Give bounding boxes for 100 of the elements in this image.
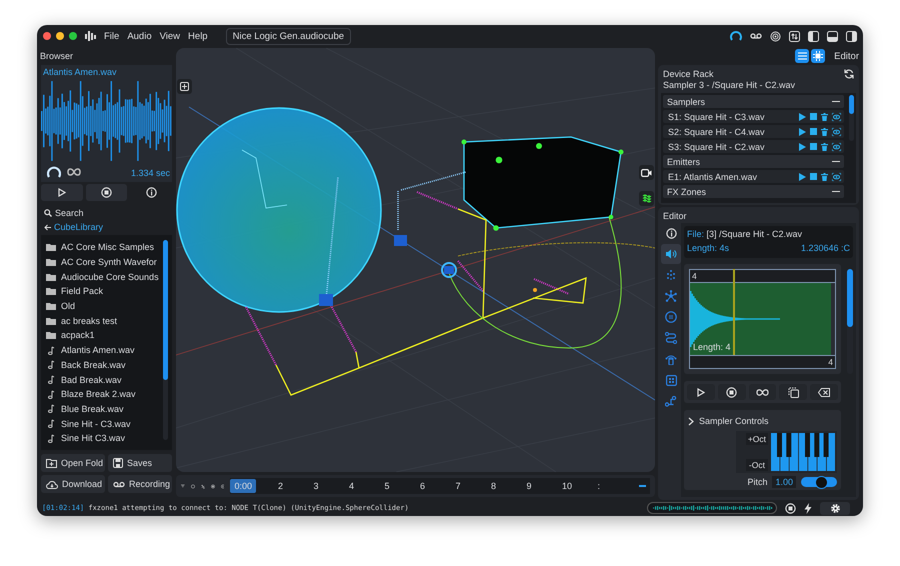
pitch-toggle[interactable] bbox=[801, 477, 837, 487]
waves-button[interactable] bbox=[639, 191, 654, 206]
target-icon[interactable] bbox=[770, 30, 781, 42]
sample-name[interactable]: Blaze Break 2.wav bbox=[61, 389, 136, 400]
tick-label: : bbox=[598, 481, 602, 491]
stop-button[interactable] bbox=[86, 184, 128, 201]
speaker-tab[interactable] bbox=[661, 244, 681, 264]
group-header[interactable]: Samplers bbox=[663, 95, 844, 108]
action-button[interactable]: Download bbox=[41, 475, 105, 493]
trash-icon[interactable] bbox=[821, 142, 828, 150]
add-button[interactable] bbox=[177, 79, 192, 94]
list-view-button[interactable] bbox=[795, 49, 810, 63]
chip-view-button[interactable] bbox=[811, 49, 826, 63]
action-button[interactable]: Recording bbox=[108, 475, 172, 493]
clear-button[interactable] bbox=[810, 384, 838, 400]
sample-name[interactable]: Sine Hit C3.wav bbox=[61, 433, 126, 444]
maximize-button[interactable] bbox=[69, 32, 77, 40]
pitch-value[interactable]: 1.00 bbox=[772, 476, 796, 488]
menu-item[interactable]: File bbox=[104, 30, 120, 42]
scrollbar[interactable] bbox=[849, 95, 854, 141]
left-panel-icon[interactable] bbox=[808, 30, 819, 42]
settings-button[interactable] bbox=[820, 502, 850, 514]
loop-button[interactable] bbox=[748, 384, 776, 400]
device-row[interactable]: S2: Square Hit - C4.wav bbox=[663, 125, 844, 138]
focus-icon[interactable] bbox=[832, 142, 841, 150]
action-button[interactable]: Saves bbox=[108, 454, 172, 472]
selected-cube-node[interactable] bbox=[441, 262, 457, 278]
loop-icon[interactable] bbox=[67, 168, 81, 176]
menu-item[interactable]: Audio bbox=[127, 30, 152, 42]
start-marker[interactable]: 4 bbox=[690, 270, 835, 283]
copy-button[interactable] bbox=[779, 384, 808, 400]
dotted-circle-icon bbox=[665, 311, 677, 323]
section-title[interactable]: Sampler Controls bbox=[699, 416, 769, 426]
cloud-download-icon bbox=[46, 480, 58, 488]
length-label: Length: 4s bbox=[687, 243, 730, 255]
trash-icon[interactable] bbox=[821, 112, 828, 120]
lightning-icon[interactable] bbox=[804, 502, 812, 514]
scrollbar[interactable] bbox=[163, 240, 168, 440]
filter-icon[interactable] bbox=[181, 482, 185, 490]
bottom-panel-icon[interactable] bbox=[827, 30, 838, 42]
folder-name[interactable]: AC Core Misc Samples bbox=[61, 242, 154, 252]
focus-icon[interactable] bbox=[832, 172, 841, 180]
refresh-icon[interactable] bbox=[844, 68, 854, 78]
trash-icon[interactable] bbox=[821, 128, 828, 136]
play-button[interactable] bbox=[41, 184, 83, 201]
device-row[interactable]: E1: Atlantis Amen.wav bbox=[663, 170, 844, 183]
stop-icon[interactable] bbox=[785, 502, 796, 514]
focus-icon[interactable] bbox=[832, 128, 841, 136]
end-marker[interactable]: 4 bbox=[690, 355, 835, 368]
library-link[interactable]: CubeLibrary bbox=[54, 222, 104, 232]
focus-icon[interactable] bbox=[832, 112, 841, 120]
camera-button[interactable] bbox=[639, 165, 654, 180]
play-icon[interactable] bbox=[799, 172, 806, 180]
playhead[interactable]: 0:00 bbox=[230, 479, 256, 493]
group-header[interactable]: Emitters bbox=[663, 155, 844, 168]
folder-name[interactable]: Old bbox=[61, 301, 76, 312]
stop-button[interactable] bbox=[718, 384, 746, 400]
sample-name[interactable]: Blue Break.wav bbox=[61, 404, 124, 414]
cube-node[interactable] bbox=[394, 235, 407, 246]
sample-name[interactable]: Bad Break.wav bbox=[61, 374, 122, 385]
selected-device: Sampler 3 - /Square Hit - C2.wav bbox=[662, 80, 796, 92]
chevron-right-icon[interactable] bbox=[688, 416, 694, 426]
device-row[interactable]: S1: Square Hit - C3.wav bbox=[663, 110, 844, 123]
sphere-zone-drawing[interactable] bbox=[176, 107, 382, 313]
box-zone-drawing[interactable] bbox=[462, 136, 624, 231]
action-button[interactable]: Open Fold bbox=[41, 454, 105, 472]
piano-keyboard[interactable] bbox=[771, 433, 835, 471]
sample-name[interactable]: Back Break.wav bbox=[61, 360, 126, 370]
gauge-icon[interactable] bbox=[47, 166, 61, 178]
menu-item[interactable]: Help bbox=[188, 30, 208, 42]
group-header[interactable]: FX Zones bbox=[663, 185, 844, 198]
close-button[interactable] bbox=[43, 32, 51, 40]
cube-node[interactable] bbox=[319, 294, 333, 306]
info-icon bbox=[666, 228, 676, 238]
trash-icon[interactable] bbox=[821, 172, 828, 180]
search-field[interactable]: Search bbox=[55, 208, 84, 218]
sample-editor[interactable]: 4 Length: 4 4 bbox=[689, 269, 836, 369]
sample-name[interactable]: Sine Hit - C3.wav bbox=[61, 418, 131, 429]
folder-name[interactable]: AC Core Synth Wavefor bbox=[61, 257, 157, 268]
group-name: FX Zones bbox=[667, 186, 706, 196]
timeline-track[interactable]: 0:00 2 3 4 5 6 7 8 9 10 : bbox=[230, 478, 650, 494]
octave-down-button[interactable]: -Oct bbox=[746, 459, 768, 471]
octave-up-button[interactable]: +Oct bbox=[746, 433, 768, 445]
play-button[interactable] bbox=[687, 384, 715, 400]
sort-icon[interactable] bbox=[789, 30, 800, 42]
voicemail-icon[interactable] bbox=[750, 32, 762, 40]
sample-name[interactable]: Atlantis Amen.wav bbox=[61, 345, 135, 356]
folder-name[interactable]: acpack1 bbox=[61, 330, 95, 340]
back-arrow-icon[interactable] bbox=[44, 224, 51, 230]
menu-item[interactable]: View bbox=[160, 30, 180, 42]
viewport-3d[interactable] bbox=[176, 48, 655, 472]
folder-name[interactable]: ac breaks test bbox=[61, 316, 118, 326]
right-panel-icon[interactable] bbox=[846, 30, 857, 42]
scrollbar[interactable] bbox=[847, 269, 853, 374]
device-row[interactable]: S3: Square Hit - C2.wav bbox=[663, 140, 844, 153]
folder-name[interactable]: Audiocube Core Sounds bbox=[61, 272, 159, 282]
folder-name[interactable]: Field Pack bbox=[61, 286, 104, 296]
minimize-button[interactable] bbox=[56, 32, 64, 40]
folder-plus-icon bbox=[46, 458, 57, 468]
mode-label: Editor bbox=[834, 50, 859, 62]
